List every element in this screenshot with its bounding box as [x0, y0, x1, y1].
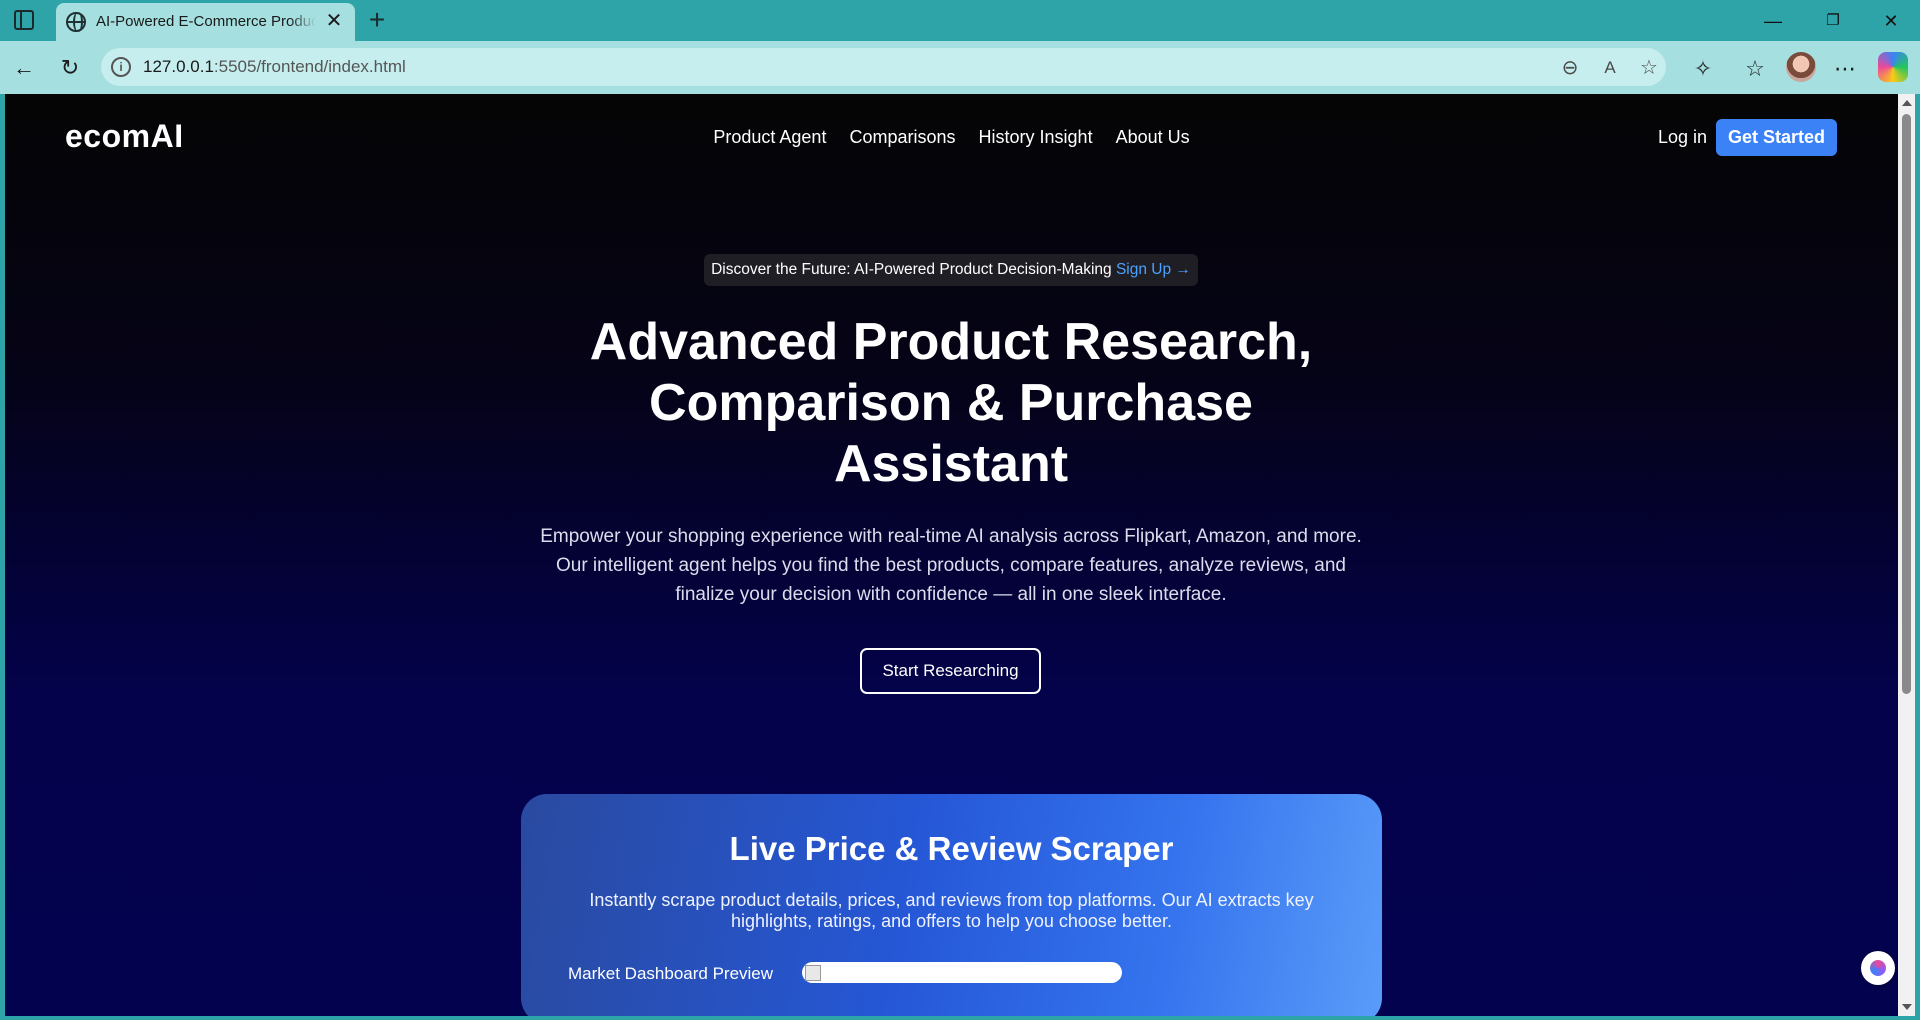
minimize-button[interactable]: —: [1750, 6, 1796, 36]
nav-product-agent[interactable]: Product Agent: [713, 127, 826, 148]
scrollbar-thumb[interactable]: [1902, 114, 1911, 694]
window-border-bottom: [0, 1016, 1920, 1020]
globe-icon: [66, 12, 86, 32]
tab-title: AI-Powered E-Commerce Product Research: [96, 13, 316, 30]
favorites-icon[interactable]: ☆: [1740, 54, 1770, 84]
announcement-banner: Discover the Future: AI-Powered Product …: [704, 254, 1198, 286]
url-text[interactable]: 127.0.0.1:5505/frontend/index.html: [143, 57, 406, 77]
start-researching-button[interactable]: Start Researching: [860, 648, 1041, 694]
page-viewport: ecomAI Product Agent Comparisons History…: [5, 94, 1898, 1016]
close-window-button[interactable]: ✕: [1868, 6, 1914, 36]
hero-title: Advanced Product Research, Comparison & …: [589, 313, 1313, 493]
read-aloud-icon[interactable]: A: [1598, 56, 1622, 80]
nav-about-us[interactable]: About Us: [1116, 127, 1190, 148]
assistant-chat-icon[interactable]: [1861, 951, 1895, 985]
copilot-icon[interactable]: [1878, 52, 1908, 82]
nav-history-insight[interactable]: History Insight: [979, 127, 1093, 148]
feature-card: Live Price & Review Scraper Instantly sc…: [521, 794, 1382, 1016]
browser-tab-bar: AI-Powered E-Commerce Product Research ✕…: [0, 0, 1920, 41]
get-started-button[interactable]: Get Started: [1716, 119, 1837, 156]
zoom-out-icon[interactable]: ⊖: [1558, 56, 1582, 80]
favorite-star-icon[interactable]: ☆: [1637, 56, 1661, 80]
feature-description: Instantly scrape product details, prices…: [589, 890, 1314, 931]
site-info-icon[interactable]: i: [111, 57, 131, 77]
more-options-icon[interactable]: ⋯: [1830, 54, 1860, 84]
hero-description: Empower your shopping experience with re…: [540, 526, 1362, 605]
feature-title: Live Price & Review Scraper: [729, 830, 1174, 867]
scroll-down-icon[interactable]: [1902, 1004, 1912, 1010]
profile-avatar[interactable]: [1786, 52, 1816, 82]
page-scrollbar[interactable]: [1898, 94, 1915, 1016]
site-navigation: Product Agent Comparisons History Insigh…: [5, 127, 1898, 148]
dashboard-label: Market Dashboard Preview: [568, 964, 774, 983]
login-link[interactable]: Log in: [1658, 127, 1707, 148]
sidebar-toggle-icon[interactable]: [14, 10, 34, 30]
browser-toolbar: ← ↻ i 127.0.0.1:5505/frontend/index.html…: [0, 41, 1920, 94]
browser-tab[interactable]: AI-Powered E-Commerce Product Research ✕: [56, 3, 355, 41]
signup-link[interactable]: Sign Up →: [1116, 261, 1191, 278]
new-tab-button[interactable]: +: [364, 5, 390, 35]
tab-close-icon[interactable]: ✕: [323, 10, 345, 32]
scroll-up-icon[interactable]: [1902, 100, 1912, 106]
window-border-right: [1915, 94, 1920, 1020]
restore-button[interactable]: ❐: [1810, 6, 1856, 36]
reload-icon[interactable]: ↻: [54, 52, 86, 84]
nav-comparisons[interactable]: Comparisons: [849, 127, 955, 148]
announcement-text: Discover the Future: AI-Powered Product …: [711, 261, 1112, 278]
dashboard-preview-image: [802, 962, 1122, 983]
address-bar[interactable]: i 127.0.0.1:5505/frontend/index.html ⊖ A…: [101, 48, 1666, 86]
extensions-icon[interactable]: ✧: [1688, 54, 1718, 84]
back-arrow-icon[interactable]: ←: [8, 52, 40, 84]
